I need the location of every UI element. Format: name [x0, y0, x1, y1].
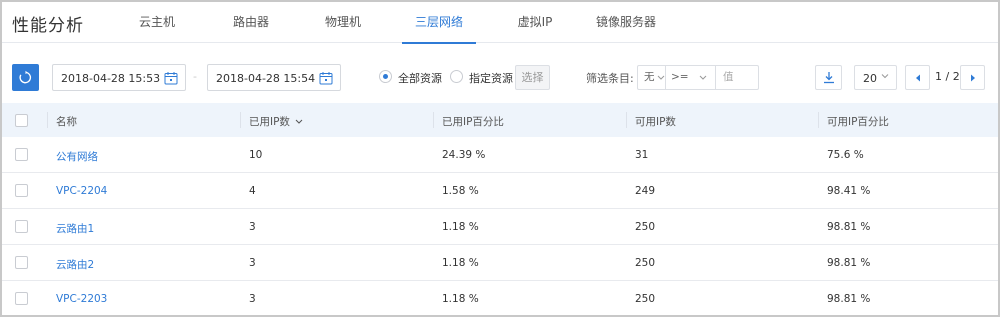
row-available-ip: 250	[635, 257, 656, 269]
row-checkbox[interactable]	[15, 220, 28, 233]
column-header-used-ip-percent[interactable]: 已用IP百分比	[442, 114, 504, 129]
row-used-ip: 4	[249, 185, 256, 197]
table-row: 公有网络 10 24.39 % 31 75.6 %	[2, 137, 998, 173]
filter-divider	[665, 66, 666, 89]
scope-all-radio[interactable]	[379, 70, 392, 83]
scope-all-label[interactable]: 全部资源	[398, 70, 442, 86]
row-available-ip-percent: 98.81 %	[827, 257, 871, 269]
filter-operator-value: >=	[671, 71, 689, 83]
row-available-ip-percent: 75.6 %	[827, 149, 864, 161]
chevron-right-icon	[971, 74, 975, 82]
tab-host[interactable]: 物理机	[306, 2, 380, 43]
tab-vm[interactable]: 云主机	[120, 2, 194, 43]
row-available-ip-percent: 98.41 %	[827, 185, 871, 197]
chevron-left-icon	[916, 74, 920, 82]
column-header-name[interactable]: 名称	[56, 114, 77, 129]
row-used-ip-percent: 24.39 %	[442, 149, 486, 161]
chevron-down-icon	[657, 75, 665, 80]
select-all-checkbox[interactable]	[15, 114, 28, 127]
row-checkbox[interactable]	[15, 184, 28, 197]
date-range-separator: -	[193, 70, 197, 83]
row-used-ip: 3	[249, 257, 256, 269]
row-available-ip: 250	[635, 221, 656, 233]
table-header: 名称 已用IP数 已用IP百分比 可用IP数 可用IP百分比	[2, 103, 998, 137]
calendar-icon	[164, 72, 178, 85]
table-row: 云路由1 3 1.18 % 250 98.81 %	[2, 209, 998, 245]
row-available-ip: 250	[635, 293, 656, 305]
end-time-picker[interactable]: 2018-04-28 15:54	[207, 64, 341, 91]
tab-vip[interactable]: 虚拟IP	[498, 2, 572, 43]
tab-router[interactable]: 路由器	[214, 2, 288, 43]
scope-specified-label[interactable]: 指定资源	[469, 70, 513, 86]
download-button[interactable]	[815, 65, 842, 90]
download-icon	[824, 72, 834, 84]
end-time-value: 2018-04-28 15:54	[216, 72, 316, 85]
chevron-down-icon	[699, 75, 707, 80]
tab-l3-network-label: 三层网络	[414, 15, 463, 29]
refresh-icon	[19, 70, 32, 84]
row-used-ip-percent: 1.58 %	[442, 185, 479, 197]
row-available-ip: 31	[635, 149, 649, 161]
row-checkbox[interactable]	[15, 256, 28, 269]
row-available-ip: 249	[635, 185, 656, 197]
row-used-ip: 10	[249, 149, 263, 161]
filter-label: 筛选条目:	[586, 72, 634, 85]
row-used-ip-percent: 1.18 %	[442, 293, 479, 305]
column-divider	[626, 112, 627, 128]
row-checkbox[interactable]	[15, 292, 28, 305]
start-time-value: 2018-04-28 15:53	[61, 72, 161, 85]
filter-group: 无 >= 值	[637, 65, 759, 90]
row-name-link[interactable]: VPC-2204	[56, 185, 107, 197]
filter-field-value: 无	[644, 71, 655, 83]
column-divider	[818, 112, 819, 128]
row-used-ip: 3	[249, 293, 256, 305]
select-resource-button[interactable]: 选择	[515, 65, 550, 90]
refresh-button[interactable]	[12, 64, 39, 91]
row-available-ip-percent: 98.81 %	[827, 293, 871, 305]
filter-value-input[interactable]: 值	[723, 66, 757, 89]
scope-specified-radio[interactable]	[450, 70, 463, 83]
column-header-used-ip-label: 已用IP数	[249, 116, 290, 128]
row-used-ip-percent: 1.18 %	[442, 257, 479, 269]
tab-image-server[interactable]: 镜像服务器	[584, 2, 668, 43]
row-used-ip-percent: 1.18 %	[442, 221, 479, 233]
column-divider	[240, 112, 241, 128]
row-available-ip-percent: 98.81 %	[827, 221, 871, 233]
filter-divider	[715, 66, 716, 89]
row-name-link[interactable]: 云路由2	[56, 257, 94, 272]
row-used-ip: 3	[249, 221, 256, 233]
tab-l3-network[interactable]: 三层网络	[402, 2, 476, 44]
next-page-button[interactable]	[960, 65, 985, 90]
row-name-link[interactable]: 云路由1	[56, 221, 94, 236]
start-time-picker[interactable]: 2018-04-28 15:53	[52, 64, 186, 91]
row-name-link[interactable]: VPC-2203	[56, 293, 107, 305]
table-row: VPC-2203 3 1.18 % 250 98.81 %	[2, 281, 998, 315]
column-header-available-ip[interactable]: 可用IP数	[635, 114, 676, 129]
page-size-value: 20	[863, 72, 877, 85]
column-divider	[433, 112, 434, 128]
calendar-icon	[319, 72, 333, 85]
column-header-used-ip[interactable]: 已用IP数	[249, 114, 303, 129]
prev-page-button[interactable]	[905, 65, 930, 90]
app-window: 性能分析 云主机 路由器 物理机 三层网络 虚拟IP 镜像服务器 2018-04…	[0, 0, 1000, 317]
page-size-select[interactable]: 20	[854, 65, 897, 90]
column-header-available-ip-percent[interactable]: 可用IP百分比	[827, 114, 889, 129]
row-name-link[interactable]: 公有网络	[56, 149, 98, 164]
chevron-down-icon	[881, 74, 889, 79]
page-title: 性能分析	[12, 16, 84, 36]
chevron-down-icon	[295, 119, 303, 124]
row-checkbox[interactable]	[15, 148, 28, 161]
radio-selected-dot	[383, 74, 388, 79]
table-row: 云路由2 3 1.18 % 250 98.81 %	[2, 245, 998, 281]
column-divider	[47, 112, 48, 128]
page-indicator: 1 / 2	[935, 70, 960, 83]
table-row: VPC-2204 4 1.58 % 249 98.41 %	[2, 173, 998, 209]
active-tab-indicator	[402, 42, 476, 44]
top-bar: 性能分析 云主机 路由器 物理机 三层网络 虚拟IP 镜像服务器	[2, 2, 998, 44]
